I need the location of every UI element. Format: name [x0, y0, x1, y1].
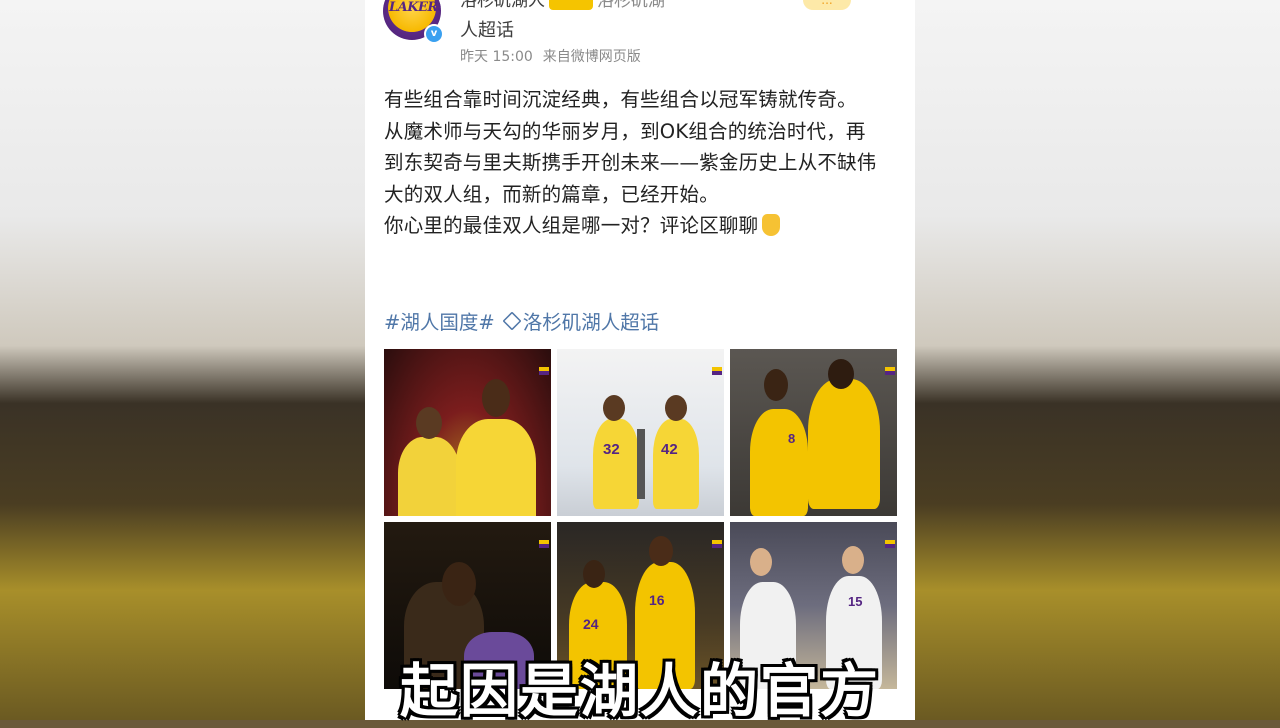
post-paragraph-2: 从魔术师与天勾的华丽岁月，到OK组合的统治时代，再到东契奇与里夫斯携手开创未来—…: [384, 119, 877, 206]
post-tags: #湖人国度# 洛杉矶湖人超话: [384, 306, 659, 335]
author-name-continued[interactable]: 人超话: [460, 16, 514, 42]
super-topic-icon: [502, 311, 522, 331]
level-badge-icon: [549, 0, 593, 10]
jersey-number: 32: [603, 441, 620, 458]
post-header: LAKERS v 洛杉矶湖人 洛杉矶湖 人超话 昨天 15:00 来自微博网页版 .…: [383, 0, 903, 70]
super-topic-inline: 洛杉矶湖: [597, 0, 665, 11]
post-paragraph-1: 有些组合靠时间沉淀经典，有些组合以冠军铸就传奇。: [384, 88, 857, 111]
image-magic-kareem[interactable]: [384, 349, 551, 516]
post-paragraph-3: 你心里的最佳双人组是哪一对？评论区聊聊: [384, 210, 884, 242]
video-subtitle: 起因是湖人的官方: [399, 657, 880, 725]
lakers-logo-text: LAKERS: [389, 0, 441, 15]
lakers-flag-icon: [885, 367, 895, 375]
lakers-flag-icon: [712, 367, 722, 375]
image-32-42[interactable]: 32 42: [557, 349, 724, 516]
jersey-number: 16: [649, 592, 665, 608]
jersey-number: 8: [788, 431, 796, 446]
super-topic-link[interactable]: 洛杉矶湖人超话: [523, 311, 660, 334]
lakers-flag-icon: [712, 540, 722, 548]
blurred-background-right: [915, 0, 1280, 720]
post-meta: 昨天 15:00 来自微博网页版: [460, 46, 651, 66]
point-down-emoji-icon: [762, 214, 781, 236]
blurred-background-left: [0, 0, 365, 720]
jersey-number: 24: [583, 616, 599, 632]
author-name-text: 洛杉矶湖人: [460, 0, 545, 11]
author-name[interactable]: 洛杉矶湖人 洛杉矶湖: [460, 0, 665, 11]
image-kobe-shaq[interactable]: 8: [730, 349, 897, 516]
post-time: 昨天 15:00: [460, 49, 533, 65]
lakers-flag-icon: [539, 367, 549, 375]
lakers-flag-icon: [539, 540, 549, 548]
jersey-number: 42: [661, 441, 678, 458]
verified-badge-icon: v: [424, 24, 444, 44]
jersey-number: 15: [848, 594, 863, 609]
weibo-post-screen: LAKERS v 洛杉矶湖人 洛杉矶湖 人超话 昨天 15:00 来自微博网页版 .…: [365, 0, 915, 720]
post-source: 来自微博网页版: [542, 49, 641, 65]
follow-button[interactable]: ...: [803, 0, 851, 10]
lakers-flag-icon: [885, 540, 895, 548]
post-body: 有些组合靠时间沉淀经典，有些组合以冠军铸就传奇。 从魔术师与天勾的华丽岁月，到O…: [384, 84, 884, 242]
post-paragraph-3-text: 你心里的最佳双人组是哪一对？评论区聊聊: [384, 214, 759, 237]
hashtag-link[interactable]: #湖人国度#: [384, 311, 495, 334]
